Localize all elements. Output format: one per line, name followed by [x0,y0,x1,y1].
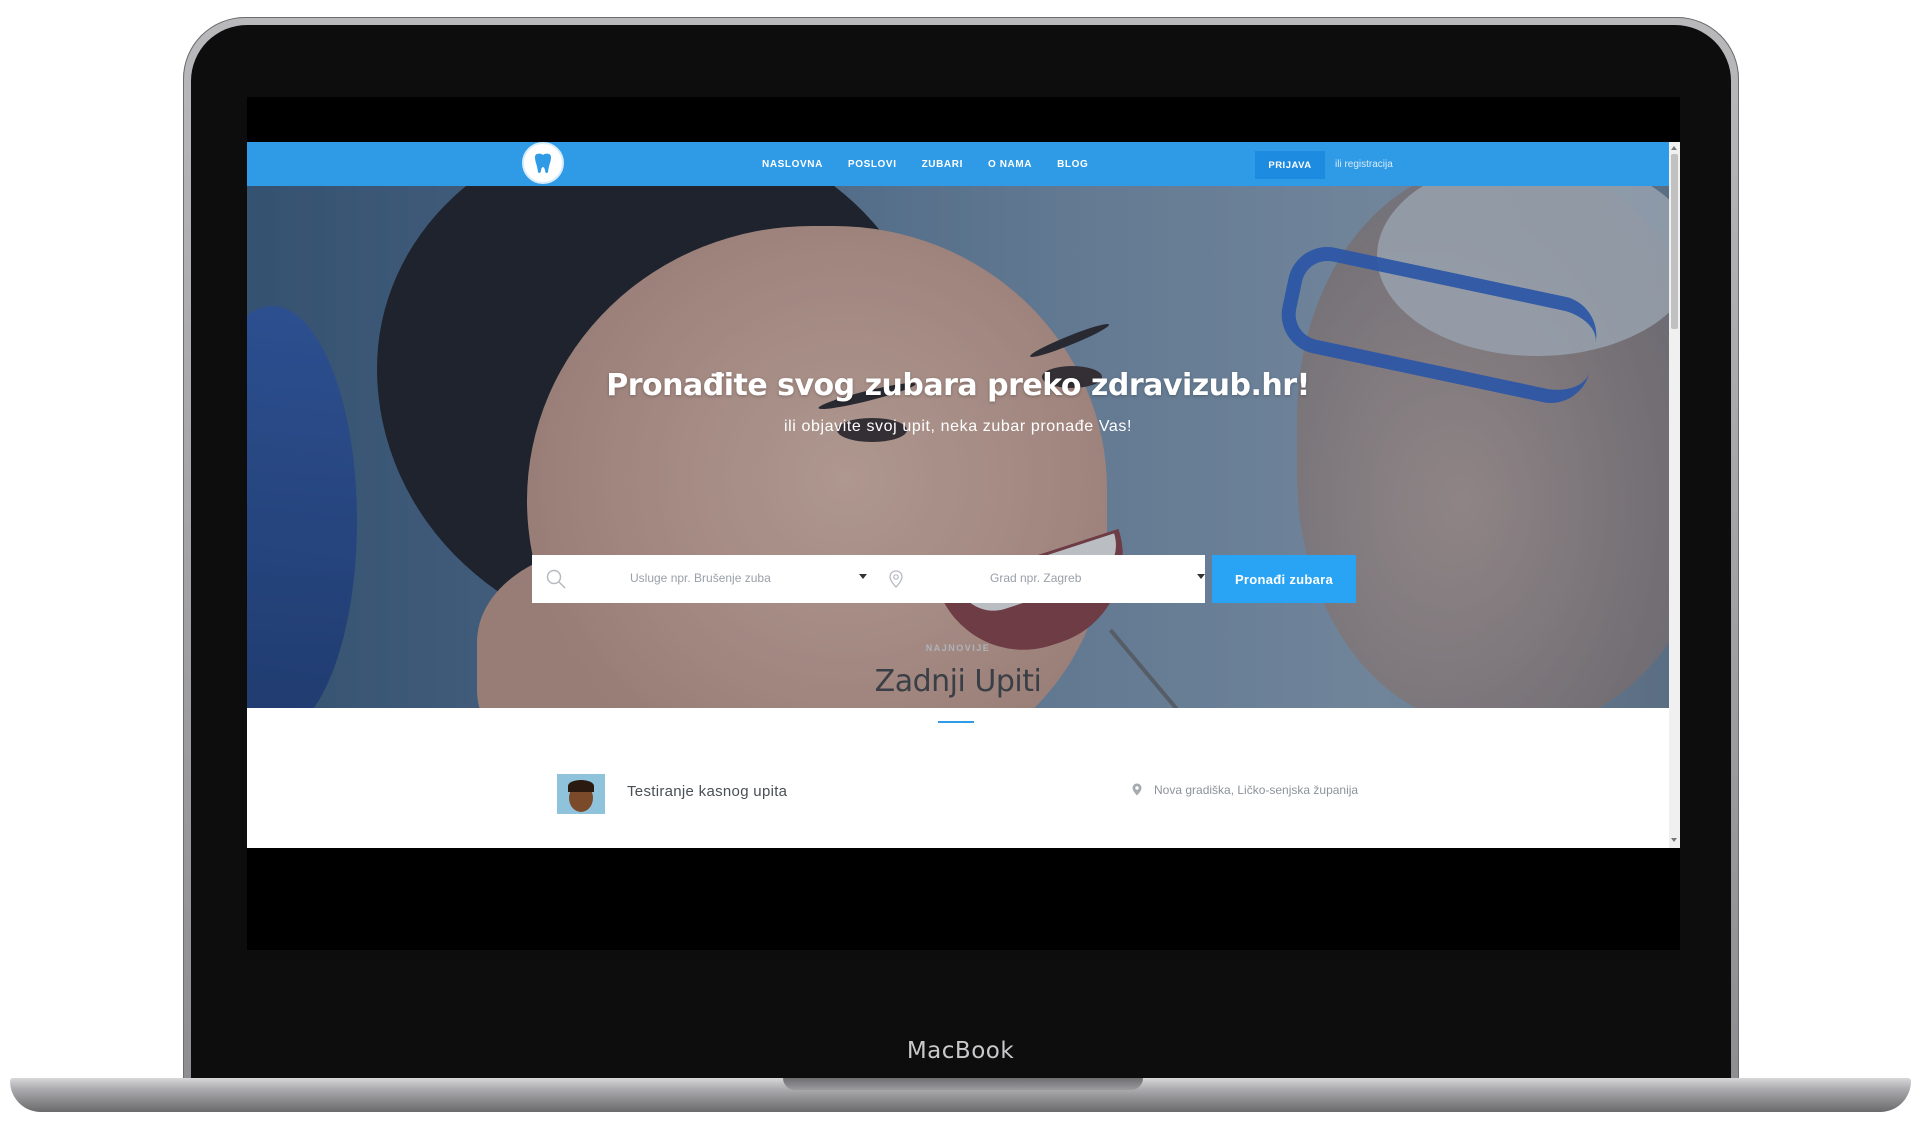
nav-link-blog[interactable]: BLOG [1057,159,1088,170]
avatar [557,774,605,814]
service-select[interactable]: Usluge npr. Brušenje zuba [630,571,771,585]
screen-bottom-bezel [247,848,1680,950]
hero-banner: Pronađite svog zubara preko zdravizub.hr… [247,186,1669,708]
section-underline [938,721,974,723]
request-location: Nova gradiška, Ličko-senjska županija [1154,783,1359,797]
chevron-down-icon[interactable] [859,574,867,579]
find-dentist-button[interactable]: Pronađi zubara [1212,555,1356,603]
search-icon [546,569,566,589]
avatar-hair [568,780,594,792]
section-eyebrow: NAJNOVIJE [925,643,991,653]
register-link[interactable]: ili registracija [1335,159,1393,170]
device-label: MacBook [906,1038,1015,1064]
top-navbar: NASLOVNA POSLOVI ZUBARI O NAMA BLOG PRIJ… [247,142,1669,186]
request-title[interactable]: Testiranje kasnog upita [627,783,787,800]
main-menu: NASLOVNA POSLOVI ZUBARI O NAMA BLOG [762,142,1088,186]
page-scrollbar[interactable] [1669,142,1680,848]
scroll-thumb[interactable] [1671,154,1678,329]
laptop-screen: NASLOVNA POSLOVI ZUBARI O NAMA BLOG PRIJ… [247,97,1680,950]
scroll-up-icon[interactable] [1671,146,1677,150]
city-select[interactable]: Grad npr. Zagreb [990,571,1081,585]
scroll-down-icon[interactable] [1671,838,1677,842]
nav-link-poslovi[interactable]: POSLOVI [848,159,897,170]
nav-link-zubari[interactable]: ZUBARI [922,159,963,170]
section-title: Zadnji Upiti [874,664,1042,699]
hero-title: Pronađite svog zubara preko zdravizub.hr… [606,368,1310,403]
nav-link-naslovna[interactable]: NASLOVNA [762,159,823,170]
search-bar: Usluge npr. Brušenje zuba Grad npr. Zagr… [532,555,1205,603]
hero-overlay [247,186,1669,708]
website-viewport: NASLOVNA POSLOVI ZUBARI O NAMA BLOG PRIJ… [247,142,1680,848]
chevron-down-icon[interactable] [1197,574,1205,579]
map-pin-icon [1132,783,1142,796]
hero-subtitle: ili objavite svoj upit, neka zubar prona… [783,418,1133,435]
tooth-icon [535,153,551,174]
nav-link-o-nama[interactable]: O NAMA [988,159,1032,170]
tooth-logo-icon[interactable] [522,142,564,184]
laptop-notch [783,1078,1143,1090]
login-button[interactable]: PRIJAVA [1255,151,1325,179]
map-pin-icon [889,570,903,588]
